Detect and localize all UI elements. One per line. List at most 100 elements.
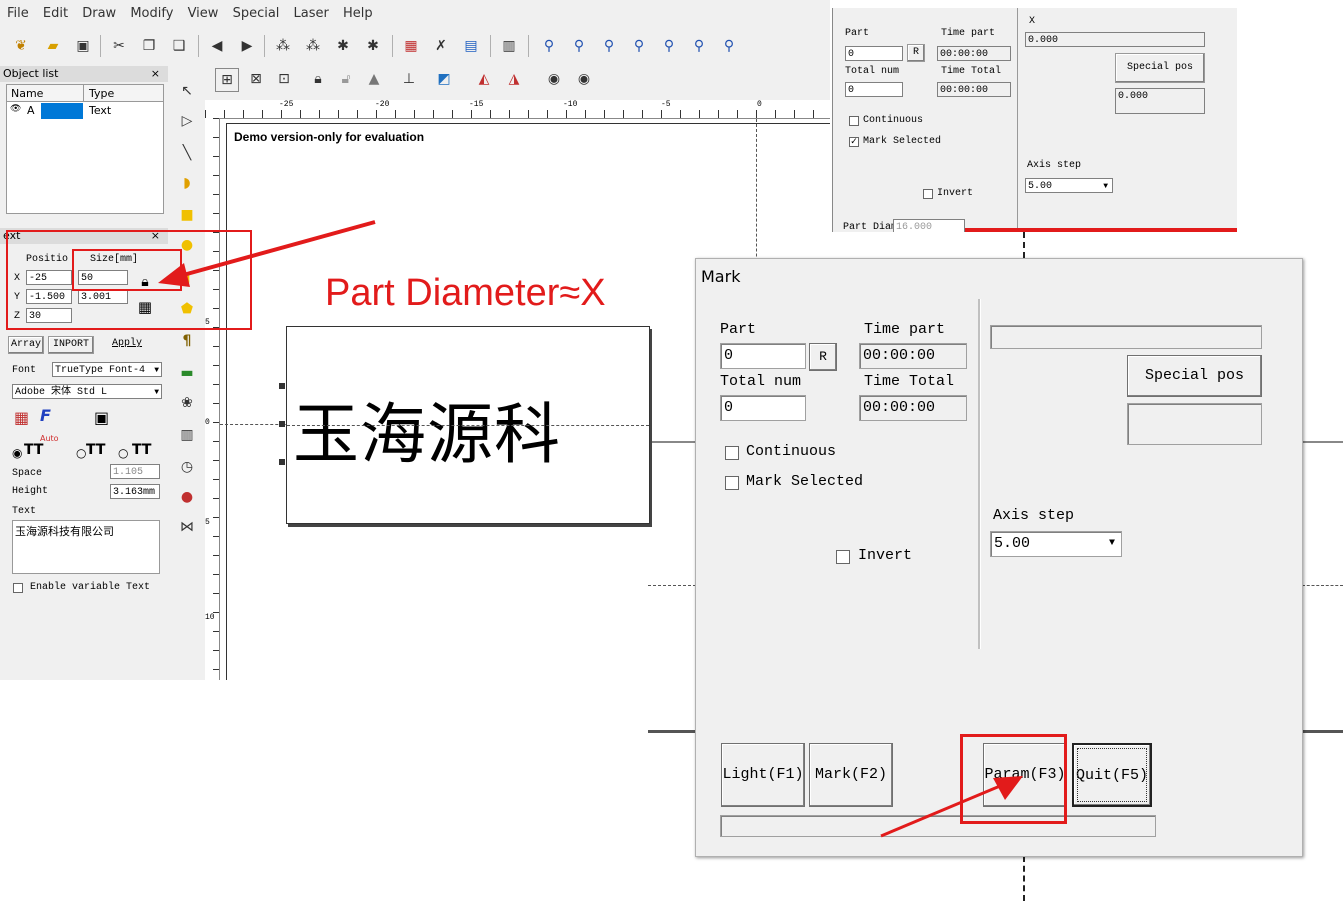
close-icon[interactable]: × [151,66,160,82]
io-icon[interactable]: ● [176,486,198,508]
spacing-width-radio[interactable]: ○ [118,446,128,460]
copy-icon[interactable]: ❐ [138,35,160,57]
col-name-header[interactable]: Name [11,87,43,100]
lock-all-icon[interactable]: ▲ [363,68,385,90]
node2-icon[interactable]: ⁂ [302,35,324,57]
menu-file[interactable]: File [7,6,29,21]
motion-icon[interactable]: ⋈ [176,516,198,538]
node-edit-icon[interactable]: ▷ [176,110,198,132]
cut-icon[interactable]: ✂ [108,35,130,57]
quit-button[interactable]: Quit(F5) [1072,743,1152,807]
barcode-tool-icon[interactable]: ▥ [176,424,198,446]
selection-handle[interactable] [279,459,285,465]
zoom-minus-icon[interactable]: ⚲ [628,35,650,57]
order-icon[interactable]: ◩ [433,68,455,90]
part-diameter-field[interactable]: 16.000 [893,219,965,232]
lock-icon[interactable]: 🔒︎ [307,68,329,90]
reset-button[interactable]: R [907,44,925,62]
input-button[interactable]: INPORT [48,336,94,354]
font-type-select[interactable]: TrueType Font-4 ▼ [52,362,162,377]
part-field[interactable]: 0 [720,343,806,369]
zoom-in-icon[interactable]: ⚲ [568,35,590,57]
grid-icon[interactable]: ▤ [460,35,482,57]
menu-help[interactable]: Help [343,6,373,21]
total-num-field[interactable]: 0 [720,395,806,421]
chevron-down-icon[interactable]: ▼ [1103,179,1108,194]
special-pos-button[interactable]: Special pos [1127,355,1262,397]
light-button[interactable]: Light(F1) [721,743,805,807]
vector-icon[interactable]: ❀ [176,392,198,414]
text-tool-icon[interactable]: ¶ [176,330,198,352]
continuous-checkbox[interactable] [849,116,859,126]
continuous-checkbox[interactable] [725,446,739,460]
font-name-select[interactable]: Adobe 宋体 Std L ▼ [12,384,162,399]
unlock-icon[interactable]: 🔓︎ [335,68,357,90]
menu-edit[interactable]: Edit [43,6,68,21]
node3-icon[interactable]: ✱ [332,35,354,57]
menu-draw[interactable]: Draw [82,6,116,21]
zoom-plus-icon[interactable]: ⚲ [598,35,620,57]
zoom-fit-icon[interactable]: ⚲ [688,35,710,57]
selection-handle[interactable] [279,383,285,389]
mirror-v-icon[interactable]: ◮ [503,68,525,90]
select-group-icon[interactable]: ⊞ [215,68,239,92]
selection-handle[interactable] [279,421,285,427]
hatch-icon[interactable]: ▦ [400,35,422,57]
zoom-select-icon[interactable]: ⚲ [718,35,740,57]
auto-align-radio[interactable]: ◉ [12,446,22,460]
axis-step-select[interactable]: 5.00 ▼ [1025,178,1113,193]
view2-icon[interactable]: ◉ [573,68,595,90]
node4-icon[interactable]: ✱ [362,35,384,57]
font-edit-icon[interactable]: ▦ [14,408,29,427]
zoom-icon[interactable]: ⚲ [538,35,560,57]
col-type-header[interactable]: Type [89,87,114,100]
array-button[interactable]: Array [8,336,44,354]
apply-button[interactable]: Apply [112,338,142,349]
invert-checkbox[interactable] [836,550,850,564]
select-box-icon[interactable]: ⊡ [273,68,295,90]
total-num-field[interactable]: 0 [845,82,903,97]
forward-icon[interactable]: ▶ [236,35,258,57]
axis-step-select[interactable]: 5.00 ▼ [990,531,1122,557]
zoom-all-icon[interactable]: ⚲ [658,35,680,57]
timer-icon[interactable]: ◷ [176,456,198,478]
line-icon[interactable]: ╲ [176,142,198,164]
barcode-icon[interactable]: ▥ [498,35,520,57]
curve-icon[interactable]: ◗ [176,172,198,194]
special-pos-button[interactable]: Special pos [1115,53,1205,83]
bitmap-icon[interactable]: ▬ [176,362,198,384]
pointer-icon[interactable]: ↖ [176,80,198,102]
eye-icon[interactable]: 👁︎ [10,104,21,114]
save-icon[interactable]: ▣ [72,35,94,57]
menu-modify[interactable]: Modify [130,6,173,21]
part-field[interactable]: 0 [845,46,903,61]
folder-icon[interactable]: ▰ [42,35,64,57]
font-style-icon[interactable]: F [40,406,51,425]
enable-variable-checkbox[interactable] [13,583,23,593]
menu-laser[interactable]: Laser [294,6,329,21]
space-field[interactable]: 1.105 [110,464,160,479]
invert-checkbox[interactable] [923,189,933,199]
paste-icon[interactable]: ❑ [168,35,190,57]
text-content-input[interactable]: 玉海源科技有限公司 [12,520,160,574]
back-icon[interactable]: ◀ [206,35,228,57]
mark-selected-checkbox[interactable] [725,476,739,490]
reset-button[interactable]: R [809,343,837,371]
text-preview-box[interactable]: 玉海源科 [279,326,650,524]
chevron-down-icon[interactable]: ▼ [154,385,159,400]
new-icon[interactable]: ❦ [10,35,32,57]
node-icon[interactable]: ⁂ [272,35,294,57]
chevron-down-icon[interactable]: ▼ [154,363,159,378]
menu-special[interactable]: Special [233,6,280,21]
spacing-fixed-radio[interactable]: ○ [76,446,86,460]
select-node-icon[interactable]: ⊠ [245,68,267,90]
height-field[interactable]: 3.163mm [110,484,160,499]
align-icon[interactable]: ⊥ [398,68,420,90]
mark-selected-checkbox[interactable]: ✓ [849,137,859,147]
view-icon[interactable]: ◉ [543,68,565,90]
list-item[interactable]: 👁︎ A Text [7,103,163,119]
chevron-down-icon[interactable]: ▼ [1109,532,1115,556]
menu-view[interactable]: View [188,6,219,21]
font-save-icon[interactable]: ▣ [94,408,109,427]
tools-icon[interactable]: ✗ [430,35,452,57]
